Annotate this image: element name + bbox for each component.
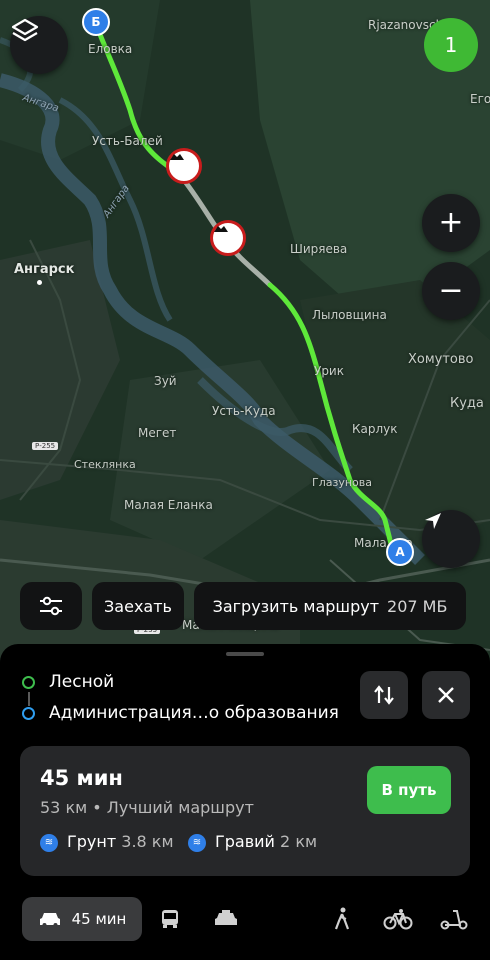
- city-dot: [37, 280, 42, 285]
- map-view[interactable]: Rjazanovschi Его Еловка Ангара Ангара Ус…: [0, 0, 490, 660]
- scooter-icon: [440, 910, 468, 930]
- place-label: Лыловщина: [312, 308, 387, 322]
- road-surface-icon: ≋: [40, 833, 58, 852]
- road-number-badge: Р-255: [32, 442, 59, 450]
- layers-button[interactable]: [10, 16, 68, 74]
- sliders-icon: [40, 596, 62, 616]
- route-origin-row[interactable]: Лесной: [22, 672, 114, 692]
- route-origin-label: Лесной: [49, 672, 115, 692]
- route-settings-button[interactable]: [20, 582, 82, 630]
- zoom-out-button[interactable]: −: [422, 262, 480, 320]
- place-label: Хомутово: [408, 352, 474, 367]
- place-label: Малая Еланка: [124, 498, 213, 512]
- add-stop-button[interactable]: Заехать: [92, 582, 184, 630]
- sheet-grabber[interactable]: [226, 652, 264, 656]
- place-label: Глазунова: [312, 476, 372, 489]
- mode-bus-button[interactable]: [150, 897, 190, 941]
- taxi-icon: [215, 910, 237, 925]
- mode-taxi-button[interactable]: [206, 897, 246, 941]
- walk-icon: [334, 907, 350, 930]
- swap-arrows-icon: [374, 685, 394, 705]
- download-route-label: Загрузить маршрут: [212, 596, 380, 616]
- surface-name: Гравий: [215, 832, 275, 851]
- bicycle-icon: [383, 909, 413, 930]
- layers-icon: [11, 18, 39, 42]
- mode-scooter-button[interactable]: [434, 897, 474, 941]
- place-label: Урик: [314, 364, 344, 378]
- place-label: Мегет: [138, 426, 177, 440]
- mode-car-button[interactable]: 45 мин: [22, 897, 142, 941]
- route-start-marker[interactable]: А: [386, 538, 414, 566]
- route-destination-row[interactable]: Администрация…о образования: [22, 703, 339, 723]
- route-summary: 53 км • Лучший маршрут: [40, 798, 254, 817]
- start-navigation-button[interactable]: В путь: [367, 766, 451, 814]
- download-route-button[interactable]: Загрузить маршрут 207 МБ: [194, 582, 466, 630]
- place-label: Куда: [450, 396, 484, 411]
- mode-walk-button[interactable]: [322, 897, 362, 941]
- car-icon: [39, 913, 60, 927]
- place-label: Усть-Балей: [92, 134, 163, 148]
- map-canvas: [0, 0, 490, 660]
- origin-dot-icon: [22, 675, 35, 689]
- surface-item: ≋ Грунт 3.8 км: [40, 832, 174, 852]
- route-end-marker[interactable]: Б: [82, 8, 110, 36]
- place-label: Его: [470, 92, 490, 106]
- surface-length: 2 км: [280, 832, 318, 851]
- surface-name: Грунт: [67, 832, 117, 851]
- surface-item: ≋ Гравий 2 км: [188, 832, 317, 852]
- surface-length: 3.8 км: [121, 832, 174, 851]
- route-duration: 45 мин: [40, 766, 123, 790]
- place-label: Стеклянка: [74, 458, 136, 471]
- route-destination-label: Администрация…о образования: [49, 703, 339, 723]
- road-warning-icon[interactable]: [210, 220, 246, 256]
- place-label: Еловка: [88, 42, 133, 56]
- road-surface-icon: ≋: [188, 833, 206, 852]
- notification-badge[interactable]: 1: [424, 18, 478, 72]
- city-label: Ангарск: [14, 262, 75, 277]
- swap-points-button[interactable]: [360, 671, 408, 719]
- add-stop-label: Заехать: [104, 596, 172, 616]
- place-label: Карлук: [352, 422, 398, 436]
- navigation-arrow-icon: [425, 513, 441, 529]
- close-button[interactable]: [422, 671, 470, 719]
- mode-car-time: 45 мин: [71, 910, 127, 928]
- road-warning-icon[interactable]: [166, 148, 202, 184]
- place-label: Усть-Куда: [212, 404, 276, 418]
- my-location-button[interactable]: [422, 510, 480, 568]
- bus-icon: [162, 910, 178, 928]
- close-icon: [438, 687, 454, 703]
- minus-icon: −: [438, 273, 464, 308]
- place-label: Ширяева: [290, 242, 348, 256]
- destination-dot-icon: [22, 706, 35, 720]
- mode-bike-button[interactable]: [378, 897, 418, 941]
- plus-icon: +: [438, 205, 464, 240]
- place-label: Зуй: [154, 374, 177, 388]
- download-size: 207 МБ: [387, 596, 448, 616]
- zoom-in-button[interactable]: +: [422, 194, 480, 252]
- route-option-card[interactable]: 45 мин 53 км • Лучший маршрут В путь ≋ Гр…: [20, 746, 470, 876]
